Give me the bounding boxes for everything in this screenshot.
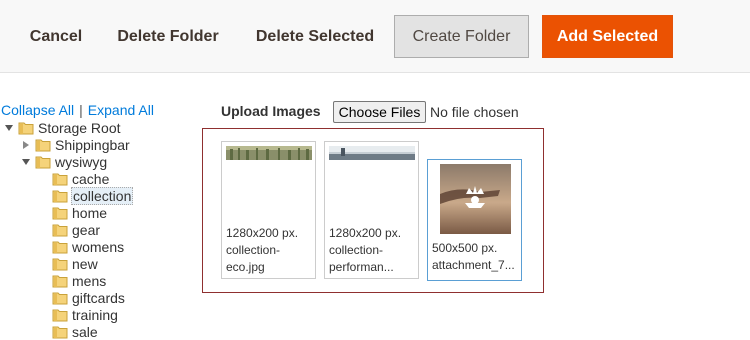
tree-node-label: new <box>72 255 98 272</box>
delete-selected-button[interactable]: Delete Selected <box>244 15 386 58</box>
choose-files-button[interactable]: Choose Files <box>333 101 426 123</box>
cancel-button[interactable]: Cancel <box>14 15 98 58</box>
image-thumbnail <box>226 146 312 160</box>
tree-node-giftcards[interactable]: giftcards <box>52 289 126 306</box>
folder-icon <box>35 154 51 169</box>
add-selected-button[interactable]: Add Selected <box>542 15 673 58</box>
folder-icon <box>35 137 51 152</box>
tree-node-label: home <box>72 204 108 221</box>
tree-node-training[interactable]: training <box>52 306 119 323</box>
image-size: 1280x200 px. <box>329 226 402 240</box>
image-filename-line1: collection- <box>329 243 384 257</box>
tree-node-wysiwyg[interactable]: wysiwyg <box>35 153 108 170</box>
upload-images-label: Upload Images <box>221 103 321 119</box>
image-size: 1280x200 px. <box>226 226 299 240</box>
image-filename-line2: performan... <box>329 260 394 274</box>
tree-node-label: wysiwyg <box>55 153 108 170</box>
image-card[interactable]: 1280x200 px. collection- performan... <box>324 141 419 279</box>
tree-node-label: Storage Root <box>38 119 121 136</box>
folder-icon <box>52 273 68 288</box>
tree-node-label: gear <box>72 221 101 238</box>
image-card[interactable]: 1280x200 px. collection- eco.jpg <box>221 141 316 279</box>
folder-icon <box>52 307 68 322</box>
tree-controls: Collapse All | Expand All <box>1 102 154 118</box>
tree-node-label: mens <box>72 272 107 289</box>
collapsed-arrow-icon[interactable] <box>23 141 29 149</box>
tree-node-gear[interactable]: gear <box>52 221 101 238</box>
folder-icon <box>52 290 68 305</box>
tree-node-label: sale <box>72 323 98 340</box>
tree-node-collection[interactable]: collection <box>52 186 134 205</box>
tree-node-label-selected: collection <box>71 186 134 205</box>
folder-icon <box>52 256 68 271</box>
tree-node-cache[interactable]: cache <box>52 170 110 187</box>
expand-arrow-icon[interactable] <box>22 159 30 165</box>
image-size: 500x500 px. <box>432 241 498 255</box>
tree-links-separator: | <box>79 102 83 118</box>
tree-node-storage-root[interactable]: Storage Root <box>18 119 122 136</box>
file-status-text: No file chosen <box>430 104 519 120</box>
tree-node-sale[interactable]: sale <box>52 323 99 340</box>
tree-node-shippingbar[interactable]: Shippingbar <box>35 136 131 153</box>
folder-icon <box>52 239 68 254</box>
tree-node-label: womens <box>72 238 125 255</box>
image-filename-line1: attachment_7... <box>432 258 515 272</box>
folder-icon <box>52 171 68 186</box>
image-card-selected[interactable]: 500x500 px. attachment_7... <box>427 159 522 281</box>
folder-open-icon <box>52 188 68 203</box>
folder-icon <box>52 324 68 339</box>
folder-icon <box>52 205 68 220</box>
tree-node-womens[interactable]: womens <box>52 238 125 255</box>
create-folder-button[interactable]: Create Folder <box>394 15 529 58</box>
tree-node-label: cache <box>72 170 110 187</box>
tree-node-label: giftcards <box>72 289 125 306</box>
tree-node-mens[interactable]: mens <box>52 272 107 289</box>
folder-icon <box>18 120 34 135</box>
collapse-all-link[interactable]: Collapse All <box>1 102 74 118</box>
image-thumbnail <box>440 164 511 234</box>
image-thumbnail <box>329 146 415 160</box>
tree-node-label: Shippingbar <box>55 136 130 153</box>
image-gallery: 1280x200 px. collection- eco.jpg 1280x20… <box>202 128 544 293</box>
image-filename-line1: collection- <box>226 243 281 257</box>
expand-arrow-icon[interactable] <box>5 125 13 131</box>
action-toolbar: Cancel Delete Folder Delete Selected Cre… <box>0 0 750 73</box>
image-filename-line2: eco.jpg <box>226 260 265 274</box>
delete-folder-button[interactable]: Delete Folder <box>106 15 230 58</box>
folder-icon <box>52 222 68 237</box>
tree-node-new[interactable]: new <box>52 255 99 272</box>
tree-node-label: training <box>72 306 118 323</box>
expand-all-link[interactable]: Expand All <box>88 102 154 118</box>
tree-node-home[interactable]: home <box>52 204 108 221</box>
